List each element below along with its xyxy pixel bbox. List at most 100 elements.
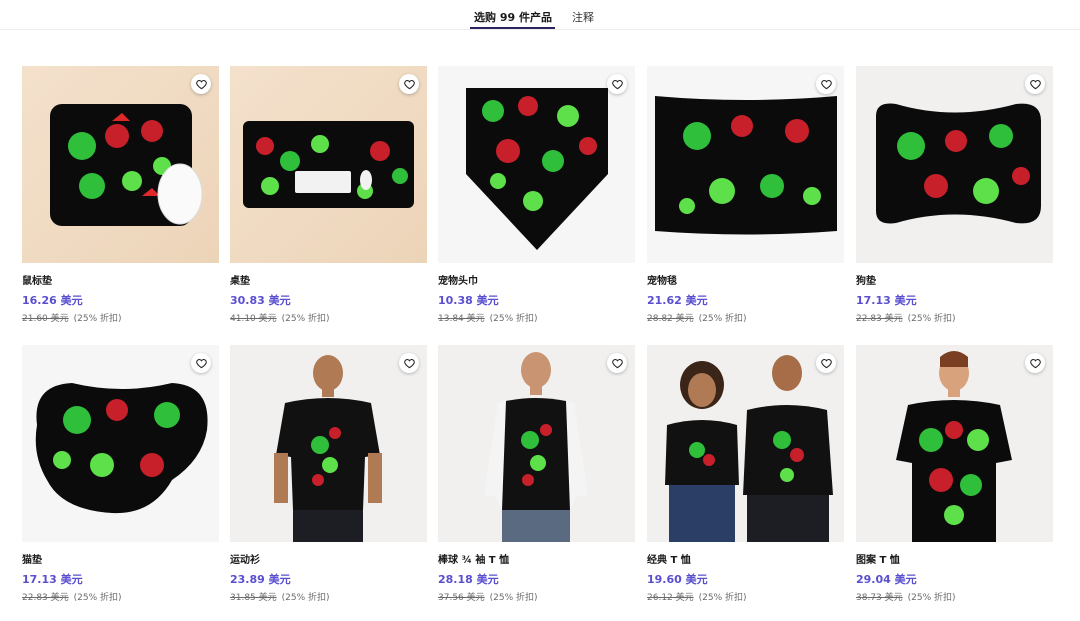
pet-blanket-artwork [655, 96, 837, 235]
favorite-button[interactable] [816, 353, 836, 373]
tab-notes[interactable]: 注释 [572, 9, 594, 25]
discount-label: (25% 折扣) [281, 314, 330, 324]
original-price: 28.82 美元 [647, 314, 694, 324]
heart-outline-icon [403, 358, 415, 368]
product-image-classic-tee[interactable] [647, 345, 844, 542]
discount-label: (25% 折扣) [698, 314, 747, 324]
original-price: 21.60 美元 [22, 314, 69, 324]
product-original-price-line: 13.84 美元 (25% 折扣) [438, 311, 538, 324]
heart-outline-icon [195, 358, 207, 368]
product-price: 17.13 美元 [22, 573, 83, 586]
product-original-price-line: 22.83 美元 (25% 折扣) [856, 311, 956, 324]
product-price: 17.13 美元 [856, 294, 917, 307]
sweatshirt-model-photo [274, 355, 382, 542]
product-card-cat-mat[interactable]: 猫垫 17.13 美元 22.83 美元 (25% 折扣) [22, 345, 219, 603]
product-card-sweatshirt[interactable]: 运动衫 23.89 美元 31.85 美元 (25% 折扣) [230, 345, 427, 603]
active-tab-indicator [470, 27, 555, 29]
favorite-button[interactable] [607, 353, 627, 373]
favorite-button[interactable] [399, 74, 419, 94]
product-card-mouse-pad[interactable]: 鼠标垫 16.26 美元 21.60 美元 (25% 折扣) [22, 66, 219, 324]
product-image-baseball-tee[interactable] [438, 345, 635, 542]
product-image-pet-bandana[interactable] [438, 66, 635, 263]
original-price: 26.12 美元 [647, 593, 694, 603]
product-image-sweatshirt[interactable] [230, 345, 427, 542]
product-image-pet-blanket[interactable] [647, 66, 844, 263]
product-original-price-line: 37.56 美元 (25% 折扣) [438, 590, 538, 603]
favorite-button[interactable] [191, 74, 211, 94]
product-name[interactable]: 桌垫 [230, 272, 250, 287]
favorite-button[interactable] [1025, 353, 1045, 373]
product-image-mouse-pad[interactable] [22, 66, 219, 263]
product-name[interactable]: 图案 T 恤 [856, 551, 900, 566]
product-original-price-line: 38.73 美元 (25% 折扣) [856, 590, 956, 603]
product-name[interactable]: 棒球 ¾ 袖 T 恤 [438, 551, 509, 566]
graphic-tee-model-photo [896, 351, 1012, 542]
cat-mat-artwork [35, 383, 208, 514]
original-price: 41.10 美元 [230, 314, 277, 324]
product-card-desk-mat[interactable]: 桌垫 30.83 美元 41.10 美元 (25% 折扣) [230, 66, 427, 324]
product-name[interactable]: 狗垫 [856, 272, 876, 287]
product-tabs: 选购 99 件产品 注释 [0, 0, 1080, 30]
product-name[interactable]: 经典 T 恤 [647, 551, 691, 566]
original-price: 38.73 美元 [856, 593, 903, 603]
discount-label: (25% 折扣) [73, 314, 122, 324]
discount-label: (25% 折扣) [281, 593, 330, 603]
product-name[interactable]: 鼠标垫 [22, 272, 52, 287]
product-original-price-line: 28.82 美元 (25% 折扣) [647, 311, 747, 324]
product-image-dog-mat[interactable] [856, 66, 1053, 263]
heart-outline-icon [820, 79, 832, 89]
product-price: 23.89 美元 [230, 573, 291, 586]
heart-outline-icon [611, 79, 623, 89]
discount-label: (25% 折扣) [907, 314, 956, 324]
product-price: 29.04 美元 [856, 573, 917, 586]
discount-label: (25% 折扣) [73, 593, 122, 603]
product-name[interactable]: 宠物毯 [647, 272, 677, 287]
product-card-baseball-tee[interactable]: 棒球 ¾ 袖 T 恤 28.18 美元 37.56 美元 (25% 折扣) [438, 345, 635, 603]
heart-outline-icon [1029, 358, 1041, 368]
product-original-price-line: 31.85 美元 (25% 折扣) [230, 590, 330, 603]
product-price: 30.83 美元 [230, 294, 291, 307]
product-card-pet-blanket[interactable]: 宠物毯 21.62 美元 28.82 美元 (25% 折扣) [647, 66, 844, 324]
discount-label: (25% 折扣) [489, 593, 538, 603]
product-card-pet-bandana[interactable]: 宠物头巾 10.38 美元 13.84 美元 (25% 折扣) [438, 66, 635, 324]
product-card-graphic-tee[interactable]: 图案 T 恤 29.04 美元 38.73 美元 (25% 折扣) [856, 345, 1053, 603]
product-original-price-line: 22.83 美元 (25% 折扣) [22, 590, 122, 603]
favorite-button[interactable] [816, 74, 836, 94]
mouse-pad-artwork [50, 104, 203, 226]
product-price: 16.26 美元 [22, 294, 83, 307]
heart-outline-icon [820, 358, 832, 368]
original-price: 22.83 美元 [856, 314, 903, 324]
product-name[interactable]: 宠物头巾 [438, 272, 478, 287]
heart-outline-icon [195, 79, 207, 89]
product-name[interactable]: 猫垫 [22, 551, 42, 566]
product-image-graphic-tee[interactable] [856, 345, 1053, 542]
discount-label: (25% 折扣) [698, 593, 747, 603]
product-original-price-line: 26.12 美元 (25% 折扣) [647, 590, 747, 603]
favorite-button[interactable] [191, 353, 211, 373]
discount-label: (25% 折扣) [489, 314, 538, 324]
product-price: 10.38 美元 [438, 294, 499, 307]
heart-outline-icon [611, 358, 623, 368]
product-card-dog-mat[interactable]: 狗垫 17.13 美元 22.83 美元 (25% 折扣) [856, 66, 1053, 324]
favorite-button[interactable] [1025, 74, 1045, 94]
product-image-cat-mat[interactable] [22, 345, 219, 542]
product-price: 28.18 美元 [438, 573, 499, 586]
original-price: 22.83 美元 [22, 593, 69, 603]
favorite-button[interactable] [399, 353, 419, 373]
product-price: 21.62 美元 [647, 294, 708, 307]
baseball-tee-model-photo [484, 352, 588, 542]
classic-tee-models-photo [665, 355, 833, 542]
original-price: 13.84 美元 [438, 314, 485, 324]
product-card-classic-tee[interactable]: 经典 T 恤 19.60 美元 26.12 美元 (25% 折扣) [647, 345, 844, 603]
product-original-price-line: 21.60 美元 (25% 折扣) [22, 311, 122, 324]
desk-mat-artwork [243, 121, 414, 208]
heart-outline-icon [1029, 79, 1041, 89]
product-name[interactable]: 运动衫 [230, 551, 260, 566]
product-original-price-line: 41.10 美元 (25% 折扣) [230, 311, 330, 324]
original-price: 37.56 美元 [438, 593, 485, 603]
discount-label: (25% 折扣) [907, 593, 956, 603]
product-image-desk-mat[interactable] [230, 66, 427, 263]
tab-shop-products[interactable]: 选购 99 件产品 [474, 9, 552, 25]
favorite-button[interactable] [607, 74, 627, 94]
original-price: 31.85 美元 [230, 593, 277, 603]
